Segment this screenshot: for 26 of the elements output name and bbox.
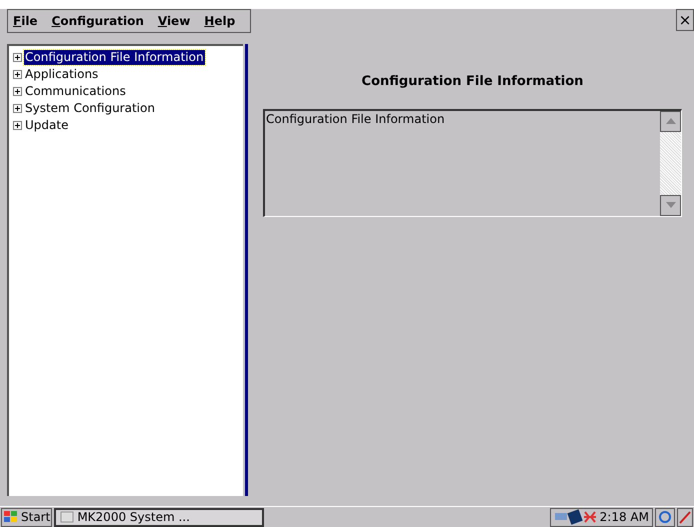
info-text-area: Configuration File Information [263,108,682,216]
tray-icons-drawing [554,509,598,525]
menu-item[interactable]: File [13,12,38,30]
app-window-icon [60,511,74,523]
start-button[interactable]: Start [1,508,52,526]
tree-item[interactable]: Applications [24,67,100,82]
clock: 2:18 AM [600,509,649,526]
menu-item[interactable]: View [158,12,190,30]
expand-icon[interactable] [13,53,22,62]
expand-icon[interactable] [13,121,22,130]
taskbar-window-button[interactable]: MK2000 System ... [54,508,264,526]
tree-item[interactable]: Configuration File Information [24,50,205,65]
scrollbar[interactable] [660,110,681,216]
tree-item[interactable]: Communications [24,84,127,99]
expand-icon[interactable] [13,87,22,96]
scroll-down-icon[interactable] [660,194,681,216]
detail-title: Configuration File Information [360,73,584,91]
windows-flag-icon [3,510,19,524]
menu-item[interactable]: Help [204,12,236,30]
tree-item[interactable]: Update [24,118,70,133]
scroll-up-icon[interactable] [660,110,681,132]
menu-item[interactable]: Configuration [52,12,144,30]
tree-item[interactable]: System Configuration [24,101,156,116]
expand-icon[interactable] [13,104,22,113]
close-button[interactable]: × [676,9,694,31]
expand-icon[interactable] [13,70,22,79]
